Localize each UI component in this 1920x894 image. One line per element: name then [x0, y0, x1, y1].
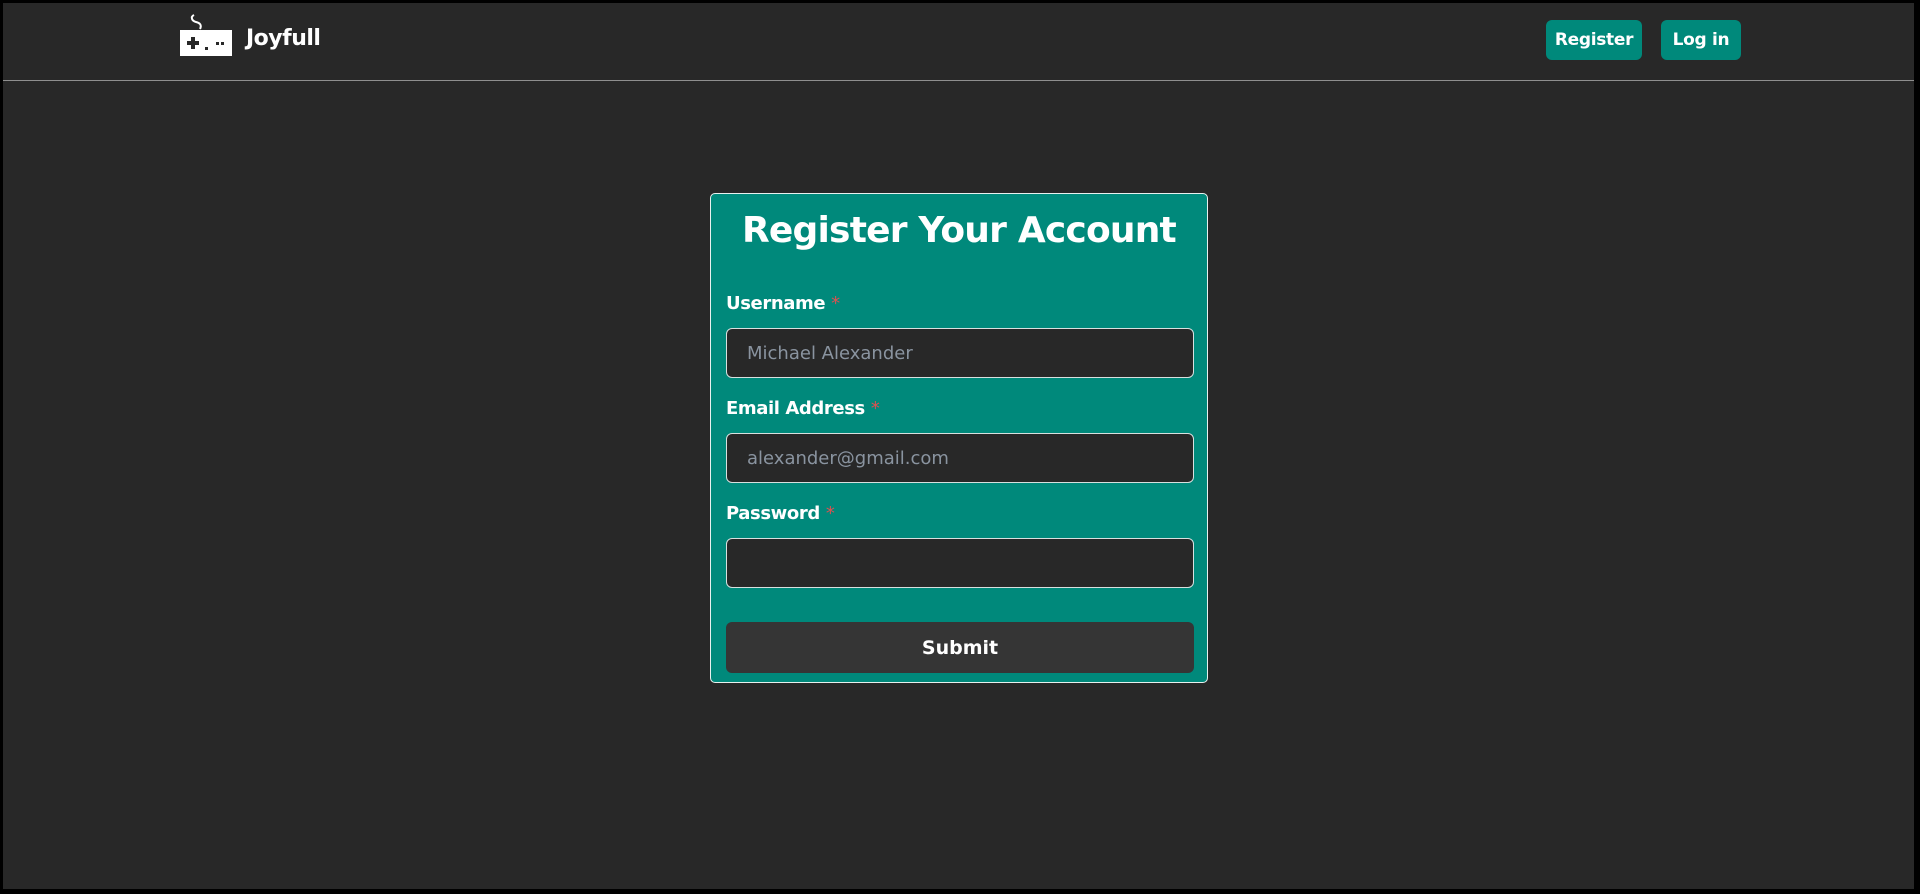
- register-button[interactable]: Register: [1546, 20, 1642, 60]
- email-label: Email Address *: [726, 398, 880, 419]
- password-label: Password *: [726, 503, 835, 524]
- login-button[interactable]: Log in: [1661, 20, 1741, 60]
- required-marker: *: [831, 293, 840, 314]
- username-label: Username *: [726, 293, 840, 314]
- username-input[interactable]: [726, 328, 1194, 378]
- username-label-text: Username: [726, 293, 826, 314]
- email-input[interactable]: [726, 433, 1194, 483]
- form-title: Register Your Account: [742, 210, 1177, 251]
- register-form: Register Your Account Username* Email Ad…: [710, 193, 1208, 683]
- password-label-text: Password: [726, 503, 820, 524]
- required-marker: *: [870, 398, 880, 419]
- brand-link[interactable]: Joyfull: [180, 13, 321, 59]
- navbar: Joyfull Register Log in: [3, 3, 1914, 81]
- brand-name: Joyfull: [246, 25, 321, 51]
- gamepad-icon: [180, 14, 232, 56]
- page: Joyfull Register Log in Register Your Ac…: [3, 3, 1914, 889]
- required-marker: *: [825, 503, 835, 524]
- email-label-text: Email Address: [726, 398, 865, 419]
- submit-button[interactable]: Submit: [726, 622, 1194, 673]
- password-input[interactable]: [726, 538, 1194, 588]
